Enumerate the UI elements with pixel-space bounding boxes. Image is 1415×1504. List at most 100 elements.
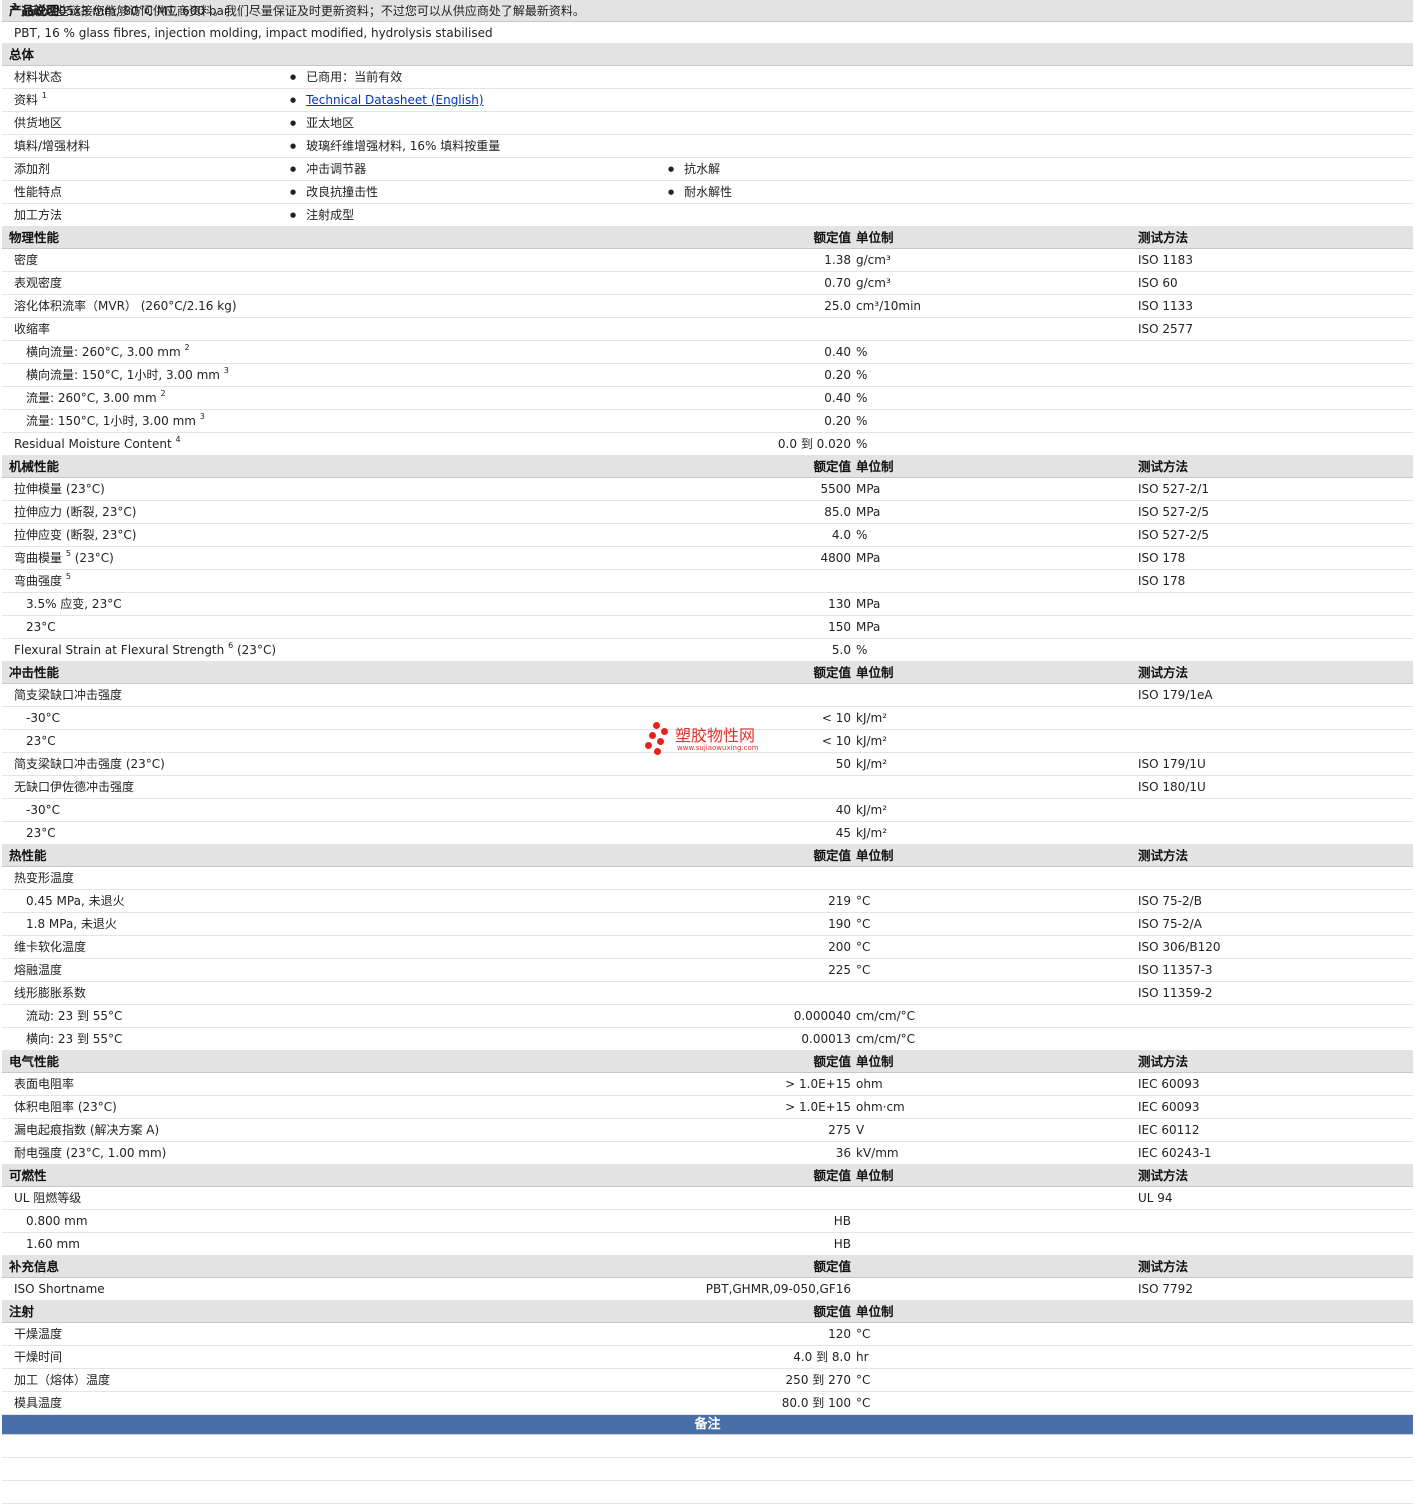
unit-value: % [856, 528, 868, 542]
property-name-text: 流量: 260°C, 3.00 mm [26, 391, 157, 405]
property-name: 拉伸应力 (断裂, 23°C) [14, 501, 136, 523]
nominal-value: 85.0 [824, 505, 851, 519]
property-row: 1.8 MPa, 未退火 190 °C ISO 75-2/A [2, 913, 1413, 936]
test-method-header: 测试方法 [1138, 1259, 1189, 1274]
property-name-text: UL 阻燃等级 [14, 1191, 82, 1205]
general-row: 供货地区 亚太地区 [2, 112, 1413, 135]
note-row: 1 通过这些链接您能够访问供应商资料。我们尽量保证及时更新资料；不过您可以从供应… [2, 3, 1413, 1458]
watermark-dot [654, 748, 661, 755]
property-row: 热变形温度 [2, 867, 1413, 890]
general-rows: 材料状态 已商用：当前有效资料 1 Technical Datasheet (Eng… [2, 66, 1413, 227]
property-name: 无缺口伊佐德冲击强度 [14, 776, 134, 798]
property-row: 23°C 45 kJ/m² [2, 822, 1413, 845]
section-header: 电气性能 额定值 单位制 测试方法 [2, 1051, 1413, 1073]
unit-value: °C [856, 940, 871, 954]
test-method: ISO 178 [1138, 551, 1186, 565]
property-name-text: 横向流量: 150°C, 1小时, 3.00 mm [26, 368, 220, 382]
property-name: 3.5% 应变, 23°C [26, 593, 122, 615]
general-row: 资料 1 Technical Datasheet (English) [2, 89, 1413, 112]
section-header: 注射 额定值 单位制 [2, 1301, 1413, 1323]
unit-value: MPa [856, 551, 881, 565]
unit-header: 单位制 [856, 459, 894, 474]
unit-value: MPa [856, 482, 881, 496]
unit-value: °C [856, 1373, 871, 1387]
unit-value: kJ/m² [856, 734, 888, 748]
product-description-row: PBT, 16 % glass fibres, injection moldin… [2, 22, 1413, 44]
general-label: 资料 1 [14, 89, 47, 111]
technical-datasheet-link[interactable]: Technical Datasheet (English) [306, 93, 483, 107]
nominal-value-header: 额定值 [813, 230, 851, 245]
general-row: 材料状态 已商用：当前有效 [2, 66, 1413, 89]
nominal-value: 275 [828, 1123, 851, 1137]
general-label-text: 资料 [14, 93, 39, 107]
unit-value: V [856, 1123, 865, 1137]
property-name: 简支梁缺口冲击强度 [14, 684, 122, 706]
property-row: 熔融温度 225 °C ISO 11357-3 [2, 959, 1413, 982]
property-name-text: 表面电阻率 [14, 1077, 75, 1091]
nominal-value-header: 额定值 [813, 665, 851, 680]
unit-value: cm/cm/°C [856, 1032, 916, 1046]
property-name: 弯曲强度 5 [14, 570, 71, 592]
unit-header: 单位制 [856, 848, 894, 863]
general-value: 亚太地区 [290, 112, 354, 136]
nominal-value: 25.0 [824, 299, 851, 313]
test-method: ISO 527-2/5 [1138, 528, 1209, 542]
unit-value: kV/mm [856, 1146, 899, 1160]
nominal-value: 4800 [820, 551, 851, 565]
property-name: 23°C [26, 822, 56, 844]
general-label-text: 加工方法 [14, 208, 63, 222]
property-name-text: Residual Moisture Content [14, 437, 172, 451]
section-title: 电气性能 [9, 1054, 60, 1069]
general-value: 耐水解性 [668, 181, 732, 205]
test-method: ISO 179/1U [1138, 757, 1206, 771]
property-name-text: 0.45 MPa, 未退火 [26, 894, 125, 908]
property-name-text: 23°C [26, 734, 56, 748]
unit-value: °C [856, 917, 871, 931]
property-name: -30°C [26, 707, 60, 729]
watermark-dot [645, 742, 652, 749]
property-row: 流量: 260°C, 3.00 mm 2 0.40% [2, 387, 1413, 410]
nominal-value-header: 额定值 [813, 1259, 851, 1274]
nominal-value: 4.0 [831, 528, 851, 542]
unit-value: MPa [856, 620, 881, 634]
general-value: 已商用：当前有效 [290, 66, 402, 90]
test-method: ISO 1183 [1138, 253, 1193, 267]
unit-value: g/cm³ [856, 276, 891, 290]
general-value: 玻璃纤维增强材料, 16% 填料按重量 [290, 135, 500, 159]
property-row: 拉伸模量 (23°C) 5500 MPa ISO 527-2/1 [2, 478, 1413, 501]
property-row: 横向: 23 到 55°C 0.00013 cm/cm/°C [2, 1028, 1413, 1051]
property-name-text: 干燥时间 [14, 1350, 63, 1364]
property-name-text: Flexural Strain at Flexural Strength [14, 643, 225, 657]
property-row: 拉伸应变 (断裂, 23°C) 4.0% ISO 527-2/5 [2, 524, 1413, 547]
property-row: 0.45 MPa, 未退火 219 °C ISO 75-2/B [2, 890, 1413, 913]
property-name: 弯曲模量 5 (23°C) [14, 547, 114, 569]
test-method-header: 测试方法 [1138, 848, 1189, 863]
property-name: -30°C [26, 799, 60, 821]
property-row: 拉伸应力 (断裂, 23°C) 85.0 MPa ISO 527-2/5 [2, 501, 1413, 524]
property-name-text: 无缺口伊佐德冲击强度 [14, 780, 135, 794]
property-name: 加工（熔体）温度 [14, 1369, 110, 1391]
section-header: 机械性能 额定值 单位制 测试方法 [2, 456, 1413, 478]
property-name: 表观密度 [14, 272, 62, 294]
property-name: 流量: 260°C, 3.00 mm 2 [26, 387, 166, 409]
property-row: 简支梁缺口冲击强度 ISO 179/1eA [2, 684, 1413, 707]
property-name: Residual Moisture Content 4 [14, 433, 181, 455]
general-label: 添加剂 [14, 158, 50, 180]
property-name-text: 熔融温度 [14, 963, 63, 977]
nominal-value: 0.0 到 0.020 [777, 437, 851, 451]
section-title: 冲击性能 [9, 665, 60, 680]
general-header: 总体 [2, 44, 1413, 66]
test-method: ISO 75-2/A [1138, 917, 1202, 931]
property-name-text: 漏电起痕指数 (解决方案 A) [14, 1123, 160, 1137]
property-row: ISO Shortname PBT,GHMR,09-050,GF16 ISO 779… [2, 1278, 1413, 1301]
nominal-value: 45 [835, 826, 851, 840]
test-method: ISO 527-2/5 [1138, 505, 1209, 519]
watermark-dot [653, 722, 660, 729]
test-method: ISO 306/B120 [1138, 940, 1221, 954]
test-method: ISO 2577 [1138, 322, 1193, 336]
test-method-header: 测试方法 [1138, 1168, 1189, 1183]
property-row: 表观密度 0.70 g/cm³ ISO 60 [2, 272, 1413, 295]
test-method: IEC 60112 [1138, 1123, 1200, 1137]
unit-header: 单位制 [856, 1304, 894, 1319]
nominal-value-header: 额定值 [813, 1054, 851, 1069]
